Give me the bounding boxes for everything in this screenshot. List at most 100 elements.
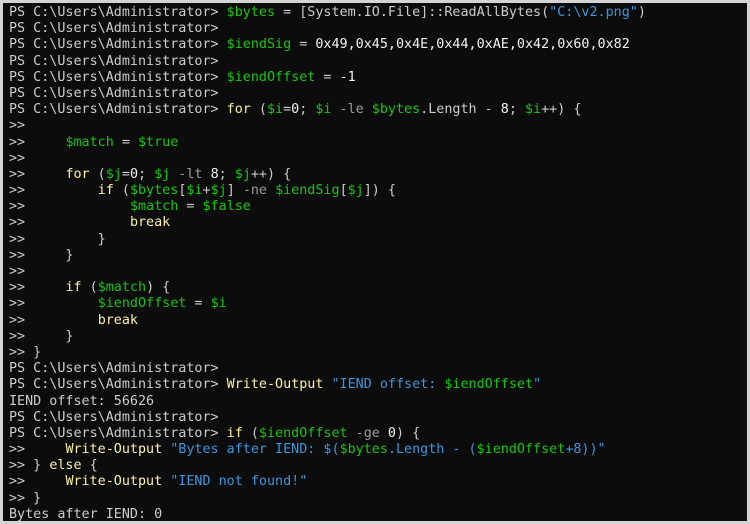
console-line: PS C:\Users\Administrator> <box>9 361 747 377</box>
console-token: ++) { <box>541 102 582 118</box>
console-token: IEND offset: 56626 <box>9 393 155 409</box>
console-line: >> if ($bytes[$i+$j] -ne $iendSig[$j]) { <box>9 183 747 199</box>
console-token: if <box>97 183 114 199</box>
console-line: >> $iendOffset = $i <box>9 296 747 312</box>
console-token: $i <box>186 183 203 199</box>
console-token: -le <box>331 102 372 118</box>
console-token: "IEND offset: <box>331 377 445 393</box>
console-token: >> } <box>9 458 50 474</box>
console-token: 8 <box>500 102 509 118</box>
console-token: PS C:\Users\Administrator> <box>9 37 227 53</box>
console-line: >> $match = $true <box>9 135 747 151</box>
console-token: $false <box>202 199 251 215</box>
console-token: .Length - <box>420 102 501 118</box>
console-line: >> <box>9 151 747 167</box>
console-token: $j <box>347 183 364 199</box>
console-token: $match <box>65 134 114 150</box>
console-token: else <box>49 458 82 474</box>
console-output: PS C:\Users\Administrator> $bytes = [Sys… <box>3 3 747 521</box>
console-line: >> $match = $false <box>9 199 747 215</box>
console-token: $iendSig <box>275 183 340 199</box>
console-token: " <box>533 377 542 393</box>
console-token: [ <box>339 183 348 199</box>
console-line: >> break <box>9 313 747 329</box>
console-token: >> <box>9 183 98 199</box>
console-token: +8))" <box>565 442 606 458</box>
console-token: "Bytes after IEND: $( <box>170 442 340 458</box>
console-line: PS C:\Users\Administrator> <box>9 410 747 426</box>
console-token: "C:\v2.png" <box>549 5 638 20</box>
console-token: ] <box>226 183 243 199</box>
console-token: >> } <box>9 231 106 247</box>
console-token: >> <box>9 442 66 458</box>
console-token: >> <box>9 215 130 231</box>
console-line: IEND offset: 56626 <box>9 394 747 410</box>
console-line: PS C:\Users\Administrator> $bytes = [Sys… <box>9 5 747 21</box>
console-line: >> for ($j=0; $j -lt 8; $j++) { <box>9 167 747 183</box>
console-token: = <box>178 199 203 215</box>
console-token: ) <box>637 5 646 20</box>
console-token: >> <box>9 150 26 166</box>
console-token: ) { <box>146 280 171 296</box>
console-token: $iendSig <box>226 37 292 53</box>
console-token: PS C:\Users\Administrator> <box>9 5 227 20</box>
console-line: PS C:\Users\Administrator> $iendSig = 0x… <box>9 37 747 53</box>
console-token: >> <box>9 166 66 182</box>
console-line: >> } <box>9 491 747 507</box>
console-line: PS C:\Users\Administrator> <box>9 21 747 37</box>
console-line: PS C:\Users\Administrator> <box>9 86 747 102</box>
console-token: $i <box>315 102 332 118</box>
powershell-console[interactable]: PS C:\Users\Administrator> $bytes = [Sys… <box>0 0 750 524</box>
console-token: = <box>113 134 138 150</box>
console-token: >> } <box>9 344 42 360</box>
console-token: 0 <box>387 425 396 441</box>
console-token: $j <box>105 166 122 182</box>
console-token: >> <box>9 199 130 215</box>
console-token: >> <box>9 296 98 312</box>
console-line: PS C:\Users\Administrator> Write-Output … <box>9 377 747 393</box>
console-token: $iendOffset <box>226 69 316 85</box>
console-token: $bytes <box>129 183 179 199</box>
console-line: >> <box>9 264 747 280</box>
console-token: PS C:\Users\Administrator> <box>9 361 219 377</box>
console-line: >> break <box>9 215 747 231</box>
console-token: = <box>121 166 130 182</box>
console-token: ) { <box>395 425 421 441</box>
console-token: $j <box>154 166 171 182</box>
console-token: break <box>129 215 171 231</box>
console-token: $bytes <box>339 442 388 458</box>
console-line: >> Write-Output "IEND not found!" <box>9 474 747 490</box>
console-line: >> } <box>9 345 747 361</box>
console-line: PS C:\Users\Administrator> if ($iendOffs… <box>9 426 747 442</box>
console-token: .Length - ( <box>387 442 477 458</box>
console-token: Write-Output <box>65 474 163 490</box>
console-token: ; <box>508 102 525 118</box>
console-token: = <box>275 5 300 20</box>
console-token: ; <box>138 166 155 182</box>
console-token: 0 <box>129 166 138 182</box>
console-line: PS C:\Users\Administrator> $iendOffset =… <box>9 70 747 86</box>
console-token: Write-Output <box>226 377 324 393</box>
console-token: + <box>202 183 211 199</box>
console-token: PS C:\Users\Administrator> <box>9 21 219 37</box>
console-token: $bytes <box>371 102 421 118</box>
console-token: >> <box>9 134 66 150</box>
console-line: >> } else { <box>9 458 747 474</box>
console-token: for <box>226 102 251 118</box>
console-token: $j <box>210 183 227 199</box>
console-token: Write-Output <box>65 442 163 458</box>
console-token: ]) { <box>363 183 396 199</box>
console-line: Bytes after IEND: 0 <box>9 507 747 521</box>
console-token: ( <box>89 166 106 182</box>
console-line: >> <box>9 118 747 134</box>
console-token: ; <box>218 166 235 182</box>
console-token: ( <box>81 280 98 296</box>
console-token: $i <box>210 296 227 312</box>
console-token: >> } <box>9 247 74 263</box>
console-token: $j <box>234 166 251 182</box>
console-token <box>267 183 275 198</box>
console-token: $match <box>97 280 147 296</box>
console-token: 8 <box>210 166 219 182</box>
console-token: $true <box>138 134 179 150</box>
console-token: ( <box>113 183 130 199</box>
